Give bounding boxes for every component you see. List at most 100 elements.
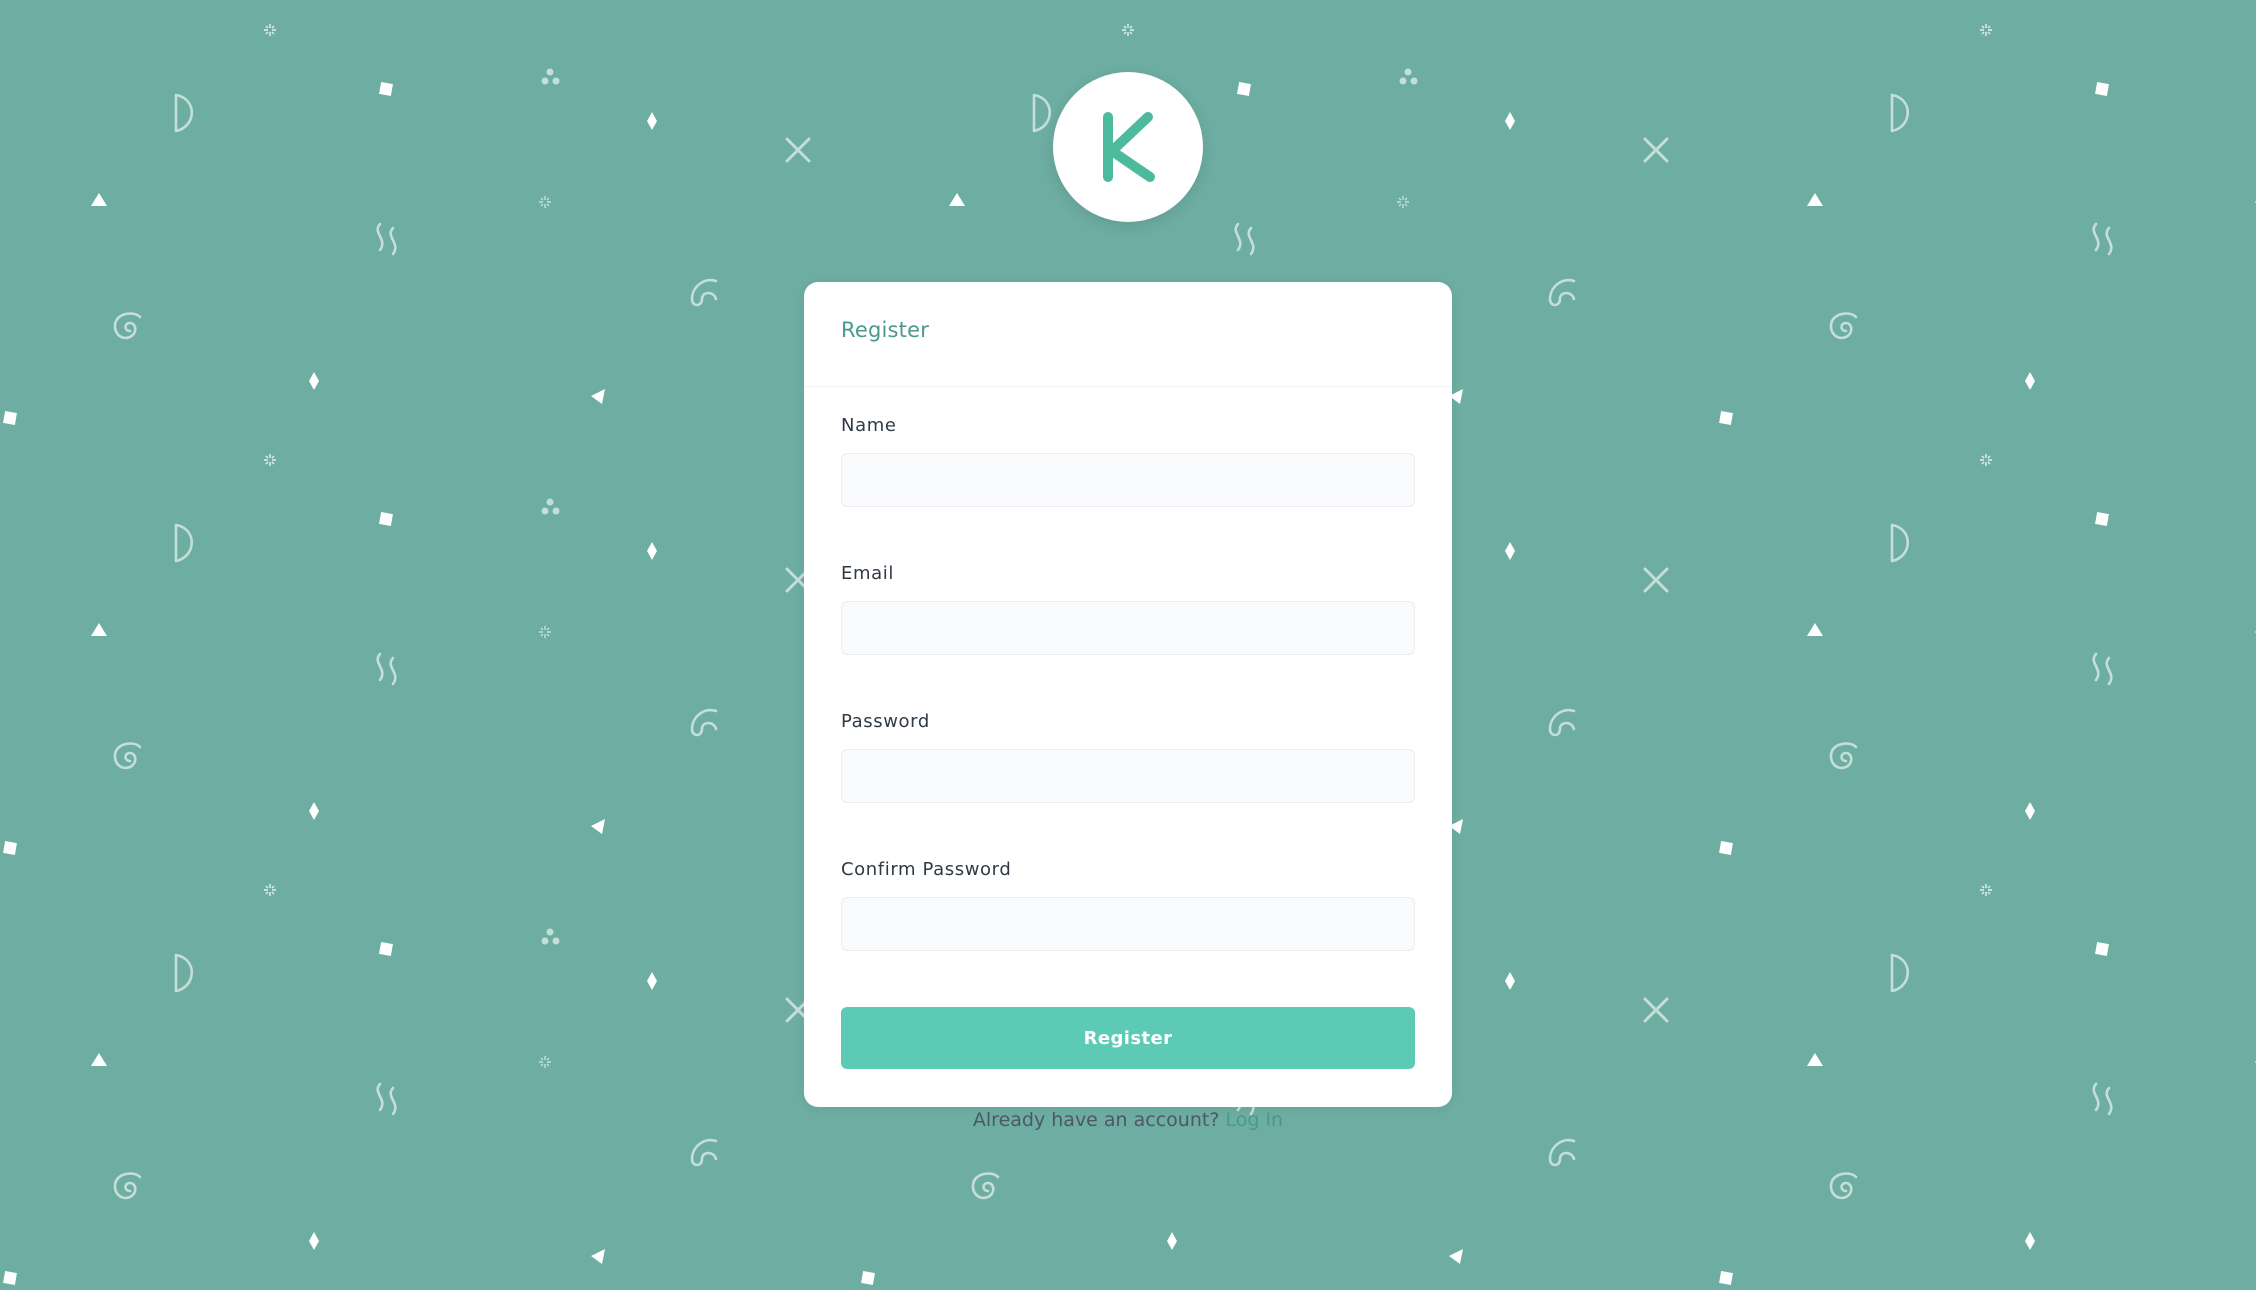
email-input[interactable] xyxy=(841,601,1415,655)
name-field-group: Name xyxy=(841,415,1415,507)
pattern-cross xyxy=(1643,997,1669,1023)
pattern-square xyxy=(379,942,393,956)
pattern-diamond xyxy=(1505,972,1515,990)
pattern-cross xyxy=(1643,567,1669,593)
email-field-group: Email xyxy=(841,563,1415,655)
pattern-halfmoon xyxy=(174,93,193,133)
pattern-diamond xyxy=(647,542,657,560)
pattern-triangle xyxy=(1807,193,1823,206)
pattern-hook xyxy=(1548,278,1576,307)
pattern-halfmoon xyxy=(174,523,193,563)
pattern-cross xyxy=(1643,137,1669,163)
pattern-spark xyxy=(1122,24,1134,36)
register-button[interactable]: Register xyxy=(841,1007,1415,1069)
pattern-spark xyxy=(1980,24,1992,36)
pattern-hook xyxy=(1548,708,1576,737)
pattern-dots xyxy=(541,498,560,515)
pattern-square xyxy=(2095,512,2109,526)
pattern-wave xyxy=(2092,652,2113,686)
pattern-wave xyxy=(1234,222,1255,256)
pattern-wave xyxy=(376,1082,397,1116)
pattern-diamond xyxy=(309,802,319,820)
pattern-triangle xyxy=(1807,1053,1823,1066)
pattern-spark xyxy=(1980,454,1992,466)
pattern-square xyxy=(2095,82,2109,96)
pattern-swirl xyxy=(1829,1172,1858,1200)
pattern-square xyxy=(1719,841,1733,855)
pattern-diamond xyxy=(1505,542,1515,560)
name-label: Name xyxy=(841,415,897,436)
confirm-password-input[interactable] xyxy=(841,897,1415,951)
pattern-halfmoon xyxy=(1890,953,1909,993)
pattern-triangle xyxy=(91,193,107,206)
logo-k-icon xyxy=(1103,112,1155,182)
pattern-hook xyxy=(1548,1138,1576,1167)
confirm-password-label: Confirm Password xyxy=(841,859,1012,880)
pattern-diamond xyxy=(309,372,319,390)
pattern-square xyxy=(3,411,17,425)
pattern-spark xyxy=(264,884,276,896)
login-prompt-text: Already have an account? xyxy=(972,1109,1226,1131)
pattern-diamond xyxy=(1167,1232,1177,1250)
pattern-square xyxy=(1237,82,1251,96)
pattern-spark xyxy=(1980,884,1992,896)
pattern-swirl xyxy=(1829,742,1858,770)
pattern-square xyxy=(3,1271,17,1285)
card-body: Name Email Password Confirm Password Reg… xyxy=(804,387,1452,1131)
pattern-square xyxy=(2095,942,2109,956)
pattern-dots xyxy=(541,928,560,945)
pattern-wave xyxy=(2092,1082,2113,1116)
pattern-diamond xyxy=(2025,372,2035,390)
pattern-square xyxy=(379,512,393,526)
pattern-spark xyxy=(539,626,551,638)
pattern-tri-left xyxy=(591,1249,605,1264)
pattern-spark xyxy=(1397,196,1409,208)
pattern-swirl xyxy=(113,312,142,340)
pattern-square xyxy=(1719,411,1733,425)
brand-logo xyxy=(1053,72,1203,222)
pattern-tri-left xyxy=(591,819,605,834)
pattern-square xyxy=(1719,1271,1733,1285)
pattern-swirl xyxy=(113,742,142,770)
pattern-diamond xyxy=(647,972,657,990)
pattern-wave xyxy=(376,652,397,686)
pattern-swirl xyxy=(113,1172,142,1200)
pattern-square xyxy=(861,1271,875,1285)
card-header: Register xyxy=(804,282,1452,387)
pattern-hook xyxy=(690,708,718,737)
pattern-triangle xyxy=(949,193,965,206)
email-label: Email xyxy=(841,563,894,584)
password-label: Password xyxy=(841,711,930,732)
pattern-diamond xyxy=(309,1232,319,1250)
pattern-diamond xyxy=(647,112,657,130)
confirm-password-field-group: Confirm Password xyxy=(841,859,1415,951)
password-input[interactable] xyxy=(841,749,1415,803)
pattern-triangle xyxy=(1807,623,1823,636)
name-input[interactable] xyxy=(841,453,1415,507)
pattern-triangle xyxy=(91,623,107,636)
pattern-hook xyxy=(690,278,718,307)
pattern-wave xyxy=(2092,222,2113,256)
pattern-square xyxy=(379,82,393,96)
pattern-tri-left xyxy=(1449,1249,1463,1264)
pattern-dots xyxy=(1399,68,1418,85)
pattern-swirl xyxy=(971,1172,1000,1200)
pattern-hook xyxy=(690,1138,718,1167)
pattern-triangle xyxy=(91,1053,107,1066)
pattern-dots xyxy=(541,68,560,85)
login-link[interactable]: Log In xyxy=(1225,1109,1283,1131)
pattern-halfmoon xyxy=(1890,93,1909,133)
pattern-tri-left xyxy=(591,389,605,404)
pattern-spark xyxy=(539,196,551,208)
pattern-halfmoon xyxy=(174,953,193,993)
pattern-spark xyxy=(264,454,276,466)
pattern-diamond xyxy=(2025,802,2035,820)
pattern-wave xyxy=(376,222,397,256)
pattern-cross xyxy=(785,137,811,163)
register-card: Register Name Email Password Confirm Pas… xyxy=(804,282,1452,1131)
pattern-square xyxy=(3,841,17,855)
login-prompt: Already have an account? Log In xyxy=(841,1109,1415,1131)
pattern-swirl xyxy=(1829,312,1858,340)
pattern-spark xyxy=(539,1056,551,1068)
pattern-spark xyxy=(264,24,276,36)
